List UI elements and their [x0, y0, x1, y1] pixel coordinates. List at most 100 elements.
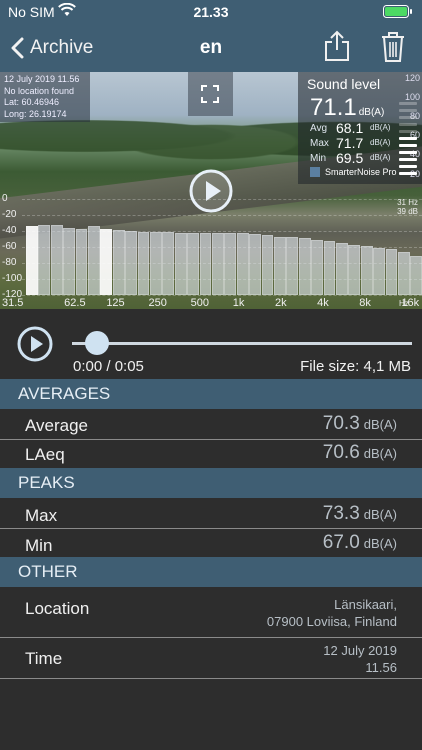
- spectrum-bar: [398, 251, 410, 295]
- spectrum-x-tick: 2k: [274, 297, 287, 309]
- meter-segment: [399, 158, 417, 161]
- sound-level-value: 71.1 dB(A): [310, 94, 384, 122]
- row-value: 73.3 dB(A): [323, 503, 397, 525]
- spectrum-bar: [348, 244, 361, 295]
- spectrum-bar: [298, 238, 311, 295]
- playback-time: 0:00 / 0:05: [73, 358, 144, 375]
- spectrum-gridline: [22, 215, 422, 216]
- spectrum-bar: [274, 236, 286, 295]
- section-other: OTHER: [0, 557, 422, 587]
- stat-avg-label: Avg: [310, 123, 328, 134]
- meter-segment: [399, 109, 417, 112]
- nav-header: No SIM 21.33 Archive en: [0, 0, 422, 72]
- spectrum-bar: [311, 239, 323, 295]
- info-long: Long: 26.19174: [4, 108, 67, 119]
- spectrum-bar: [187, 232, 199, 295]
- spectrum-readout: 31 Hz 39 dB: [380, 198, 418, 216]
- stat-max-label: Max: [310, 138, 329, 149]
- row-value: 70.6 dB(A): [323, 442, 397, 464]
- value-number: 70.3: [322, 413, 360, 434]
- share-icon[interactable]: [324, 30, 350, 62]
- spectrum-bar: [125, 231, 137, 295]
- spectrum-x-tick: 500: [190, 297, 209, 309]
- spectrum-y-tick: 0: [2, 193, 8, 204]
- spectrum-bar: [174, 232, 187, 295]
- stat-min: Min 69.5 dB(A): [310, 150, 391, 166]
- spectrum-bar: [410, 255, 422, 295]
- spectrum-bar: [261, 235, 274, 295]
- spectrum-chart: 31 Hz 39 dB Hz 0 -20 -40 -60 -80 -100 -120 31.5…: [0, 193, 422, 309]
- seek-thumb[interactable]: [85, 331, 109, 355]
- time-value: 12 July 2019 11.56: [323, 642, 397, 676]
- battery-icon: [383, 5, 412, 18]
- spectrum-bar: [212, 232, 224, 295]
- row-value: 67.0 dB(A): [323, 532, 397, 554]
- spectrum-x-tick: 8k: [359, 297, 371, 309]
- measurement-photo: 12 July 2019 11.56 No location found Lat…: [0, 72, 422, 309]
- location-line: Länsikaari,: [334, 597, 397, 612]
- stat-min-value: 69.5: [336, 150, 364, 166]
- app-logo-icon: [310, 167, 320, 177]
- fullscreen-button[interactable]: [188, 72, 233, 116]
- value-unit: dB(A): [363, 507, 397, 522]
- spectrum-bar: [323, 241, 336, 295]
- back-button[interactable]: Archive: [10, 35, 93, 61]
- spectrum-x-tick: 16k: [401, 297, 420, 309]
- meter-segment: [399, 137, 417, 140]
- spectrum-x-tick: 125: [106, 297, 125, 309]
- spectrum-y-tick: -40: [2, 225, 17, 236]
- section-title: PEAKS: [18, 473, 75, 492]
- spectrum-bar: [63, 227, 75, 295]
- spectrum-x-tick: 31.5: [2, 297, 24, 309]
- value-number: 73.3: [322, 503, 360, 524]
- spectrum-bar: [286, 237, 299, 295]
- stat-avg-value: 68.1: [336, 120, 364, 136]
- brand-label: SmarterNoise Pro: [325, 167, 397, 177]
- spectrum-bar: [50, 225, 63, 295]
- stat-max-value: 71.7: [336, 135, 364, 151]
- meter-tick: 100: [404, 92, 420, 102]
- status-bar: No SIM 21.33: [0, 0, 422, 24]
- spectrum-bar: [385, 249, 398, 295]
- trash-icon[interactable]: [381, 31, 405, 63]
- spectrum-x-tick: 62.5: [64, 297, 86, 309]
- location-info: 12 July 2019 11.56 No location found Lat…: [0, 72, 90, 122]
- meter-segment: [399, 165, 417, 168]
- play-button[interactable]: [17, 326, 53, 362]
- sound-level-unit: dB(A): [358, 107, 385, 118]
- stat-min-unit: dB(A): [370, 153, 391, 162]
- meter-segment: [399, 116, 417, 119]
- spectrum-y-tick: -100: [2, 273, 23, 284]
- spectrum-bar: [112, 230, 125, 295]
- spectrum-x-tick: 1k: [232, 297, 245, 309]
- spectrum-bar: [150, 231, 162, 295]
- section-title: AVERAGES: [18, 384, 111, 403]
- row-label: Min: [25, 536, 53, 555]
- spectrum-gridline: [22, 199, 422, 200]
- row-min: Min 67.0 dB(A): [0, 529, 422, 557]
- row-label: LAeq: [25, 445, 65, 464]
- value-number: 70.6: [322, 442, 360, 463]
- spectrum-bar: [100, 229, 113, 295]
- meter-segment: [399, 130, 417, 133]
- meter-tick: 120: [404, 73, 420, 83]
- spectrum-bar: [162, 231, 175, 295]
- spectrum-bar: [224, 233, 237, 295]
- row-average: Average 70.3 dB(A): [0, 409, 422, 440]
- sound-level-label: Sound level: [307, 76, 381, 92]
- spectrum-bar: [360, 246, 373, 295]
- sound-level-panel: Sound level 71.1 dB(A) Avg 68.1 dB(A) Max…: [298, 72, 422, 184]
- stat-max-unit: dB(A): [370, 138, 391, 147]
- spectrum-gridline: [22, 295, 422, 296]
- value-unit: dB(A): [363, 536, 397, 551]
- value-number: 67.0: [322, 532, 360, 553]
- section-title: OTHER: [18, 562, 78, 581]
- row-label: Location: [25, 599, 90, 618]
- level-meter: [399, 102, 419, 182]
- time-line: 11.56: [365, 660, 397, 675]
- row-location: Location Länsikaari, 07900 Loviisa, Finl…: [0, 587, 422, 638]
- seek-track[interactable]: [72, 342, 412, 345]
- stat-avg-unit: dB(A): [370, 123, 391, 132]
- spectrum-y-tick: -60: [2, 241, 17, 252]
- clock-label: 21.33: [193, 4, 229, 20]
